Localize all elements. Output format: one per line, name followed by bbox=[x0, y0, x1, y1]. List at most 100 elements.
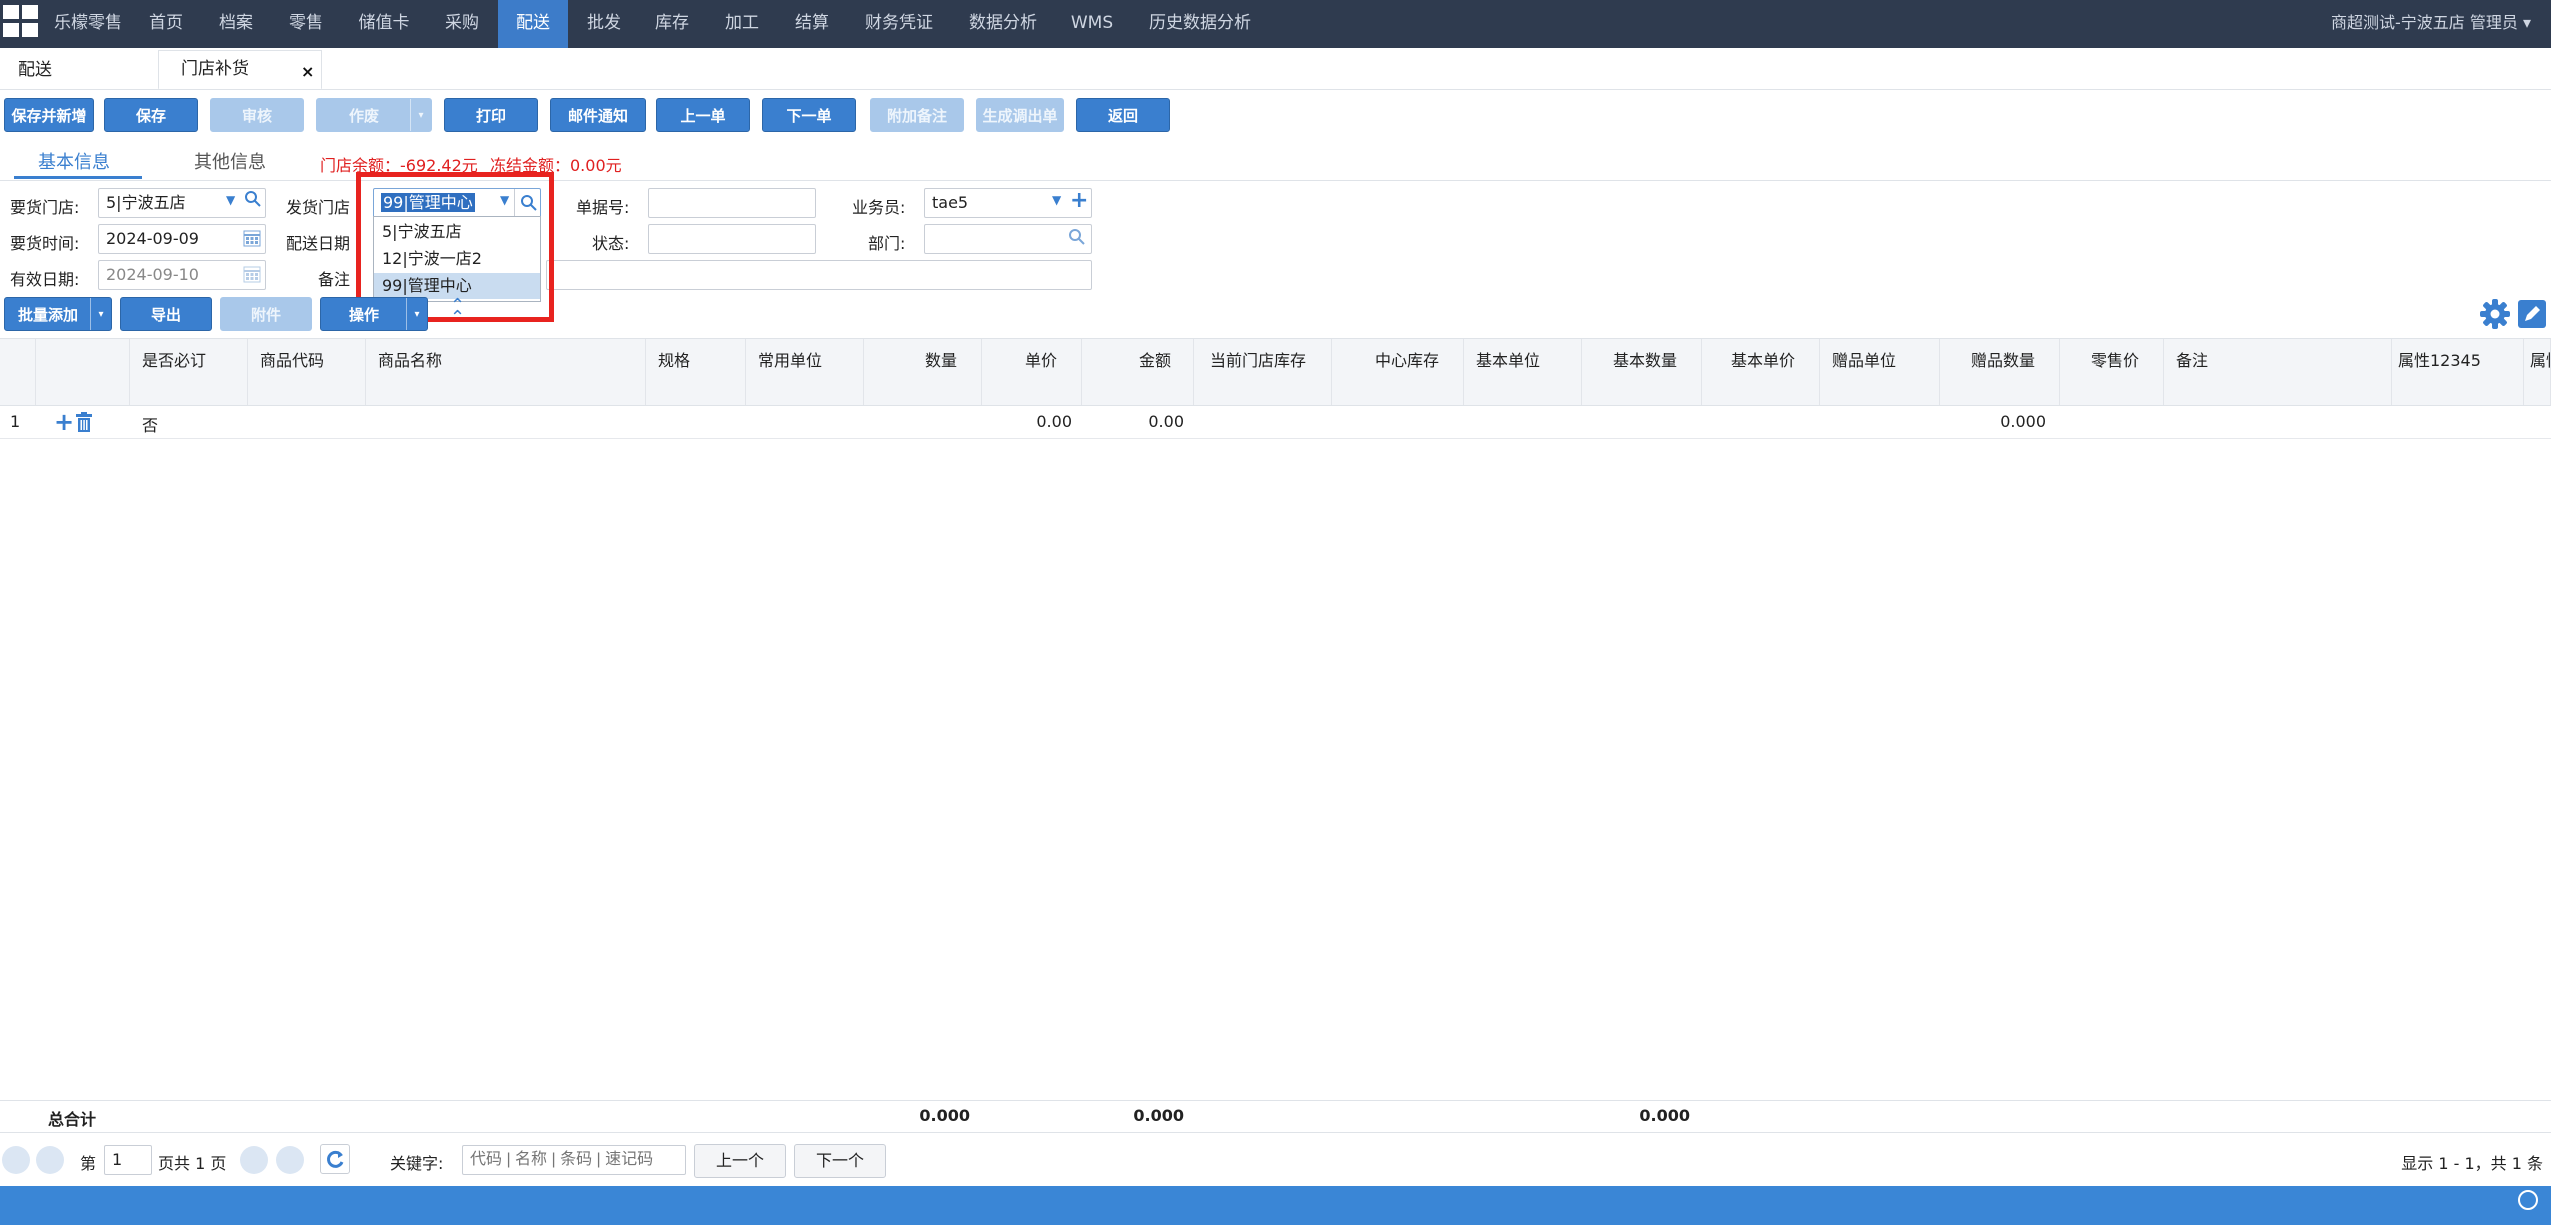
header-base-price[interactable]: 基本单价 bbox=[1702, 339, 1820, 405]
nav-item-retail[interactable]: 零售 bbox=[280, 0, 332, 48]
salesman-label: 业务员: bbox=[852, 198, 906, 217]
export-button[interactable]: 导出 bbox=[120, 297, 212, 331]
generate-transfer-out-button[interactable]: 生成调出单 bbox=[976, 98, 1064, 132]
last-page-icon[interactable] bbox=[276, 1146, 304, 1174]
gear-icon[interactable] bbox=[2478, 297, 2512, 331]
valid-date-field[interactable]: 2024-09-10 bbox=[98, 260, 266, 290]
req-time-field[interactable]: 2024-09-09 bbox=[98, 224, 266, 254]
dept-label: 部门: bbox=[868, 234, 906, 253]
next-page-icon[interactable] bbox=[240, 1146, 268, 1174]
nav-item-archive[interactable]: 档案 bbox=[210, 0, 262, 48]
add-icon[interactable]: + bbox=[1070, 188, 1088, 213]
cell-amount[interactable]: 0.00 bbox=[1082, 412, 1184, 431]
header-common-unit[interactable]: 常用单位 bbox=[746, 339, 864, 405]
save-button[interactable]: 保存 bbox=[104, 98, 198, 132]
header-product-name[interactable]: 商品名称 bbox=[366, 339, 646, 405]
first-page-icon[interactable] bbox=[2, 1146, 30, 1174]
header-gift-qty[interactable]: 赠品数量 bbox=[1940, 339, 2060, 405]
status-field[interactable] bbox=[648, 224, 816, 254]
header-attr-12345[interactable]: 属性12345 bbox=[2392, 339, 2524, 405]
caret-down-icon[interactable]: ▾ bbox=[406, 298, 427, 330]
mail-notify-button[interactable]: 邮件通知 bbox=[550, 98, 646, 132]
req-store-field[interactable]: 5|宁波五店 bbox=[98, 188, 266, 218]
subtab-basic-info[interactable]: 基本信息 bbox=[38, 148, 110, 174]
nav-item-finance-voucher[interactable]: 财务凭证 bbox=[856, 0, 942, 48]
cell-required[interactable]: 否 bbox=[142, 412, 158, 436]
nav-item-wholesale[interactable]: 批发 bbox=[578, 0, 630, 48]
nav-item-stored-value-card[interactable]: 储值卡 bbox=[350, 0, 418, 48]
keyword-search-input[interactable] bbox=[462, 1145, 686, 1175]
add-row-icon[interactable]: + bbox=[54, 410, 74, 434]
save-and-new-button[interactable]: 保存并新增 bbox=[4, 98, 94, 132]
header-retail-price[interactable]: 零售价 bbox=[2060, 339, 2164, 405]
cell-gift-qty[interactable]: 0.000 bbox=[1940, 412, 2046, 431]
prev-match-button[interactable]: 上一个 bbox=[694, 1144, 786, 1178]
header-remark[interactable]: 备注 bbox=[2164, 339, 2392, 405]
app-grid-icon[interactable] bbox=[0, 0, 38, 38]
print-button[interactable]: 打印 bbox=[444, 98, 538, 132]
header-base-qty[interactable]: 基本数量 bbox=[1582, 339, 1702, 405]
chevron-down-icon[interactable]: ▼ bbox=[226, 193, 235, 207]
calendar-icon[interactable] bbox=[243, 265, 261, 283]
subtab-other-info[interactable]: 其他信息 bbox=[194, 148, 266, 174]
nav-item-distribution[interactable]: 配送 bbox=[498, 0, 568, 48]
header-required[interactable]: 是否必订 bbox=[130, 339, 248, 405]
header-gift-unit[interactable]: 赠品单位 bbox=[1820, 339, 1940, 405]
salesman-field[interactable]: tae5 bbox=[924, 188, 1092, 218]
tab-divider bbox=[0, 89, 2551, 90]
table-header: 是否必订 商品代码 商品名称 规格 常用单位 数量 单价 金额 当前门店库存 中… bbox=[0, 338, 2551, 406]
next-doc-button[interactable]: 下一单 bbox=[762, 98, 856, 132]
table-row[interactable]: 1 + 否 0.00 0.00 0.000 bbox=[0, 410, 2551, 438]
close-icon[interactable]: × bbox=[301, 62, 314, 81]
nav-item-wms[interactable]: WMS bbox=[1064, 0, 1120, 48]
tab-store-replenishment[interactable]: 门店补货 bbox=[158, 50, 322, 90]
header-quantity[interactable]: 数量 bbox=[864, 339, 982, 405]
header-amount[interactable]: 金额 bbox=[1082, 339, 1194, 405]
search-icon[interactable] bbox=[244, 190, 262, 212]
header-unit-price[interactable]: 单价 bbox=[982, 339, 1082, 405]
doc-no-field[interactable] bbox=[648, 188, 816, 218]
caret-down-icon[interactable]: ▾ bbox=[410, 99, 431, 131]
delete-row-icon[interactable] bbox=[76, 412, 92, 432]
header-spec[interactable]: 规格 bbox=[646, 339, 746, 405]
tab-distribution[interactable]: 配送 bbox=[18, 52, 52, 88]
prev-doc-button[interactable]: 上一单 bbox=[656, 98, 750, 132]
chevron-down-icon[interactable]: ▼ bbox=[1052, 193, 1061, 207]
page-number-input[interactable]: 1 bbox=[104, 1145, 152, 1175]
batch-add-button[interactable]: 批量添加 ▾ bbox=[4, 297, 112, 331]
nav-item-history-analysis[interactable]: 历史数据分析 bbox=[1140, 0, 1260, 48]
note-field[interactable] bbox=[546, 260, 1092, 290]
caret-down-icon[interactable]: ▾ bbox=[90, 298, 111, 330]
nav-brand[interactable]: 乐檬零售 bbox=[44, 0, 132, 48]
attachment-button[interactable]: 附件 bbox=[220, 297, 312, 331]
user-menu[interactable]: 商超测试-宁波五店 管理员 ▾ bbox=[2331, 0, 2531, 48]
header-product-code[interactable]: 商品代码 bbox=[248, 339, 366, 405]
refresh-icon[interactable] bbox=[320, 1144, 350, 1174]
req-store-label: 要货门店: bbox=[10, 198, 80, 217]
nav-item-home[interactable]: 首页 bbox=[140, 0, 192, 48]
calendar-icon[interactable] bbox=[243, 229, 261, 247]
void-button[interactable]: 作废 ▾ bbox=[316, 98, 432, 132]
search-icon[interactable] bbox=[1068, 228, 1086, 250]
cell-unit-price[interactable]: 0.00 bbox=[982, 412, 1072, 431]
audit-button[interactable]: 审核 bbox=[210, 98, 304, 132]
next-match-button[interactable]: 下一个 bbox=[794, 1144, 886, 1178]
header-center-stock[interactable]: 中心库存 bbox=[1332, 339, 1464, 405]
nav-item-purchase[interactable]: 采购 bbox=[436, 0, 488, 48]
nav-item-data-analysis[interactable]: 数据分析 bbox=[960, 0, 1046, 48]
scroll-top-icon[interactable] bbox=[2518, 1190, 2538, 1210]
header-store-stock[interactable]: 当前门店库存 bbox=[1194, 339, 1332, 405]
header-attr[interactable]: 属性 bbox=[2524, 339, 2551, 405]
nav-item-settlement[interactable]: 结算 bbox=[786, 0, 838, 48]
prev-page-icon[interactable] bbox=[36, 1146, 64, 1174]
edit-icon[interactable] bbox=[2518, 300, 2546, 328]
operate-button[interactable]: 操作 ▾ bbox=[320, 297, 428, 331]
dept-field[interactable] bbox=[924, 224, 1092, 254]
back-button[interactable]: 返回 bbox=[1076, 98, 1170, 132]
collapse-icon[interactable]: ⌃ ⌃ bbox=[450, 297, 465, 327]
keyword-label: 关键字: bbox=[390, 1154, 444, 1173]
nav-item-inventory[interactable]: 库存 bbox=[646, 0, 698, 48]
header-base-unit[interactable]: 基本单位 bbox=[1464, 339, 1582, 405]
nav-item-processing[interactable]: 加工 bbox=[716, 0, 768, 48]
attach-note-button[interactable]: 附加备注 bbox=[870, 98, 964, 132]
